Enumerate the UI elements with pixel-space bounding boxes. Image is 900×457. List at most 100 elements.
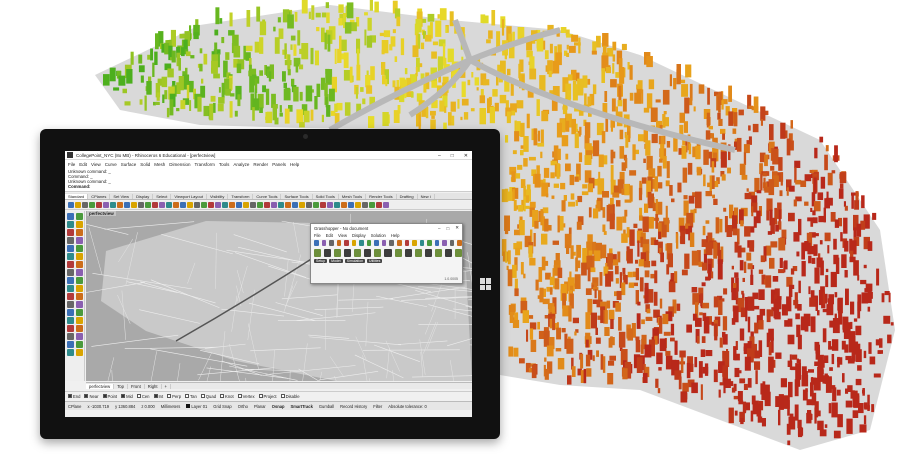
side-tool-icon[interactable]: [76, 261, 83, 268]
toolbar-tool-icon[interactable]: [334, 202, 340, 208]
toolbar-tool-icon[interactable]: [362, 202, 368, 208]
gh-component-icon[interactable]: [404, 249, 412, 257]
tab-curve-tools[interactable]: Curve Tools: [253, 193, 282, 199]
menu-transform[interactable]: Transform: [195, 162, 215, 167]
viewtab-add[interactable]: +: [162, 383, 171, 389]
menu-file[interactable]: File: [68, 162, 75, 167]
gh-tool-icon[interactable]: [344, 240, 349, 246]
side-tool-icon[interactable]: [67, 261, 74, 268]
gh-menu-edit[interactable]: Edit: [326, 233, 333, 238]
osnap-quad[interactable]: Quad: [200, 394, 216, 399]
osnap-checkbox[interactable]: [185, 394, 190, 398]
toolbar-tool-icon[interactable]: [96, 202, 102, 208]
gh-tool-icon[interactable]: [427, 240, 432, 246]
tab-standard[interactable]: Standard: [65, 193, 89, 199]
toolbar-tool-icon[interactable]: [159, 202, 165, 208]
side-tool-icon[interactable]: [67, 221, 74, 228]
side-tool-icon[interactable]: [67, 293, 74, 300]
toolbar-tool-icon[interactable]: [201, 202, 207, 208]
gh-component-icon[interactable]: [334, 249, 342, 257]
side-tool-icon[interactable]: [76, 301, 83, 308]
menu-panels[interactable]: Panels: [272, 162, 286, 167]
gh-tool-icon[interactable]: [434, 240, 440, 246]
gh-component-icon[interactable]: [424, 249, 432, 257]
gh-component-icon[interactable]: [314, 249, 322, 257]
toolbar-tool-icon[interactable]: [369, 202, 375, 208]
toolbar-tool-icon[interactable]: [341, 202, 347, 208]
toolbar-tool-icon[interactable]: [124, 202, 130, 208]
osnap-mid[interactable]: Mid: [121, 394, 133, 399]
menu-surface[interactable]: Surface: [121, 162, 137, 167]
gh-component-icon[interactable]: [454, 249, 462, 257]
status-record-history[interactable]: Record History: [340, 404, 367, 409]
status-filter[interactable]: Filter: [373, 404, 382, 409]
toolbar-tool-icon[interactable]: [82, 202, 88, 208]
side-tool-icon[interactable]: [67, 341, 74, 348]
toolbar-tool-icon[interactable]: [222, 202, 228, 208]
toolbar-tool-icon[interactable]: [166, 202, 172, 208]
tab-surface-tools[interactable]: Surface Tools: [281, 193, 313, 199]
tab-drafting[interactable]: Drafting: [397, 193, 418, 199]
side-tool-icon[interactable]: [67, 213, 74, 220]
osnap-point[interactable]: Point: [102, 394, 117, 399]
osnap-cen[interactable]: Cen: [136, 394, 150, 399]
gh-tool-icon[interactable]: [449, 240, 455, 246]
gh-tool-icon[interactable]: [336, 240, 342, 246]
gh-maximize-button[interactable]: □: [447, 226, 450, 231]
tab-transform[interactable]: Transform: [228, 193, 254, 199]
gh-tool-icon[interactable]: [457, 240, 462, 246]
side-tool-icon[interactable]: [67, 349, 74, 356]
status-units[interactable]: Millimeters: [161, 404, 181, 409]
side-tool-icon[interactable]: [67, 325, 74, 332]
side-tool-icon[interactable]: [67, 237, 74, 244]
side-tool-icon[interactable]: [76, 253, 83, 260]
toolbar-tool-icon[interactable]: [152, 202, 158, 208]
gh-component-icon[interactable]: [384, 249, 392, 257]
gh-close-button[interactable]: ✕: [455, 225, 459, 231]
osnap-checkbox[interactable]: [258, 394, 263, 398]
toolbar-tool-icon[interactable]: [110, 202, 116, 208]
toolbar-tool-icon[interactable]: [327, 202, 333, 208]
status-planar[interactable]: Planar: [254, 404, 266, 409]
side-tool-icon[interactable]: [76, 333, 83, 340]
side-tool-icon[interactable]: [76, 269, 83, 276]
viewtab-right[interactable]: Right: [145, 383, 162, 389]
status-grid-snap[interactable]: Grid Snap: [213, 404, 231, 409]
tab-select[interactable]: Select: [153, 193, 172, 199]
toolbar-tool-icon[interactable]: [250, 202, 256, 208]
menu-help[interactable]: Help: [290, 162, 299, 167]
side-tool-icon[interactable]: [76, 229, 83, 236]
gh-menu-display[interactable]: Display: [352, 233, 366, 238]
menu-analyze[interactable]: Analyze: [233, 162, 249, 167]
menu-edit[interactable]: Edit: [79, 162, 87, 167]
viewtab-perfectview[interactable]: perfectview: [86, 383, 115, 389]
toolbar-tool-icon[interactable]: [243, 202, 249, 208]
gh-tool-icon[interactable]: [397, 240, 402, 246]
toolbar-tool-icon[interactable]: [229, 202, 235, 208]
viewport-label[interactable]: perfectview: [87, 211, 116, 216]
side-tool-icon[interactable]: [67, 253, 74, 260]
gh-tool-icon[interactable]: [359, 240, 364, 246]
side-tool-icon[interactable]: [76, 277, 83, 284]
gh-tool-icon[interactable]: [366, 240, 372, 246]
toolbar-tool-icon[interactable]: [103, 202, 109, 208]
gh-component-icon[interactable]: [434, 249, 442, 257]
osnap-project[interactable]: Project: [258, 394, 277, 399]
tab-new-in[interactable]: New i: [418, 193, 435, 199]
osnap-checkbox[interactable]: [121, 394, 126, 398]
toolbar-tool-icon[interactable]: [89, 202, 95, 208]
osnap-disable[interactable]: Disable: [280, 394, 300, 399]
toolbar-tool-icon[interactable]: [292, 202, 298, 208]
menu-tools[interactable]: Tools: [219, 162, 230, 167]
status-layer[interactable]: Layer 01: [186, 403, 207, 409]
status-osnap[interactable]: Osnap: [272, 404, 285, 409]
gh-menu-solution[interactable]: Solution: [371, 233, 386, 238]
command-prompt[interactable]: Command:: [68, 184, 469, 189]
command-area[interactable]: Unknown command: _ Command: _ Unknown co…: [65, 168, 472, 192]
gh-tool-icon[interactable]: [351, 240, 357, 246]
side-tool-icon[interactable]: [76, 245, 83, 252]
toolbar-tool-icon[interactable]: [355, 202, 361, 208]
side-tool-icon[interactable]: [67, 333, 74, 340]
toolbar-tool-icon[interactable]: [264, 202, 270, 208]
tab-visibility[interactable]: Visibility: [207, 193, 229, 199]
